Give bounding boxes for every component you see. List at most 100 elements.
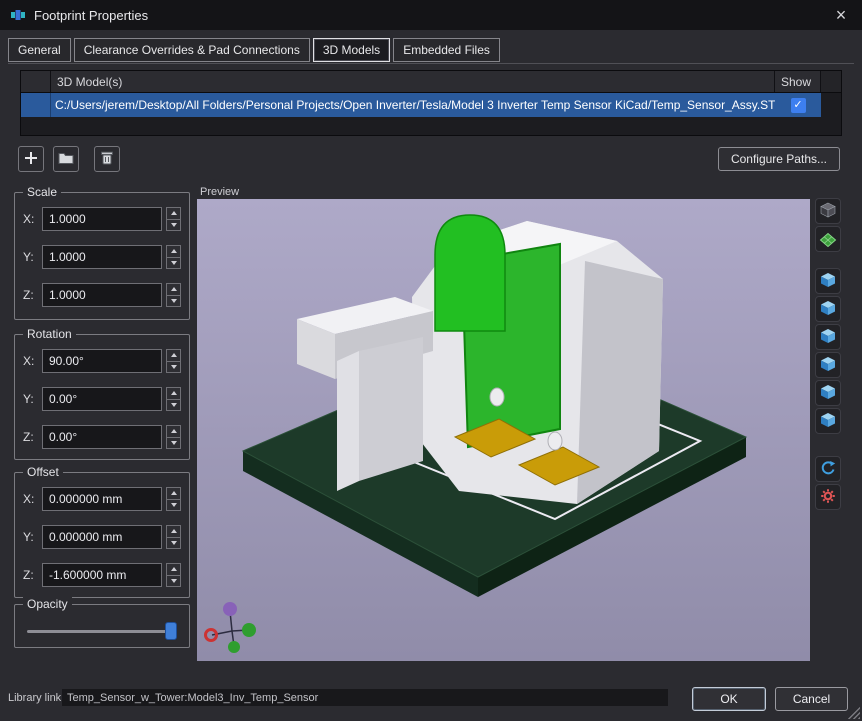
spin-up-icon[interactable] [167, 488, 180, 500]
tab-clearance-overrides[interactable]: Clearance Overrides & Pad Connections [74, 38, 310, 62]
close-icon[interactable]: × [830, 6, 852, 24]
view-right-button[interactable] [815, 352, 841, 378]
rotation-y-input[interactable] [42, 387, 162, 411]
spin-down-icon[interactable] [167, 258, 180, 269]
view-front-button[interactable] [815, 268, 841, 294]
view-bottom-button[interactable] [815, 408, 841, 434]
axis-z-ball [223, 602, 237, 616]
model-path-cell[interactable]: C:/Users/jerem/Desktop/All Folders/Perso… [51, 93, 775, 117]
scale-z-input[interactable] [42, 283, 162, 307]
titlebar[interactable]: Footprint Properties × [0, 0, 862, 30]
spin-up-icon[interactable] [167, 426, 180, 438]
rotation-group-title: Rotation [23, 327, 76, 341]
column-header-models: 3D Model(s) [51, 71, 775, 92]
offset-group: Offset X: Y: Z: [14, 472, 190, 598]
opacity-slider[interactable] [27, 621, 177, 639]
view-back-button[interactable] [815, 296, 841, 322]
reload-model-button[interactable] [815, 456, 841, 482]
offset-x-spinner [166, 487, 181, 511]
blue-cube-icon [819, 327, 837, 348]
scale-group-title: Scale [23, 185, 61, 199]
library-link-value: Temp_Sensor_w_Tower:Model3_Inv_Temp_Sens… [62, 689, 668, 706]
sensor-tab [435, 215, 505, 331]
spin-down-icon[interactable] [167, 500, 180, 511]
spin-down-icon[interactable] [167, 220, 180, 231]
spin-down-icon[interactable] [167, 438, 180, 449]
scale-y-input[interactable] [42, 245, 162, 269]
spin-up-icon[interactable] [167, 388, 180, 400]
resize-grip[interactable] [848, 707, 860, 719]
rotation-x-input[interactable] [42, 349, 162, 373]
view-top-button[interactable] [815, 380, 841, 406]
preview-settings-button[interactable] [815, 484, 841, 510]
opacity-slider-track[interactable] [27, 630, 177, 633]
scale-y-label: Y: [23, 250, 38, 264]
blue-cube-icon [819, 299, 837, 320]
preview-3d-canvas[interactable] [197, 199, 810, 661]
show-model-checkbox[interactable]: ✓ [791, 98, 806, 113]
scale-x-input[interactable] [42, 207, 162, 231]
spin-up-icon[interactable] [167, 208, 180, 220]
spin-up-icon[interactable] [167, 526, 180, 538]
opacity-group: Opacity [14, 604, 190, 648]
dark-cube-icon [819, 201, 837, 222]
spin-down-icon[interactable] [167, 362, 180, 373]
offset-group-title: Offset [23, 465, 63, 479]
configure-paths-button[interactable]: Configure Paths... [718, 147, 840, 171]
row-indicator [21, 93, 51, 117]
tab-3d-models[interactable]: 3D Models [313, 38, 390, 62]
tab-embedded-files[interactable]: Embedded Files [393, 38, 500, 62]
offset-y-input[interactable] [42, 525, 162, 549]
scale-z-spinner [166, 283, 181, 307]
add-model-button[interactable] [18, 146, 44, 172]
browse-model-button[interactable] [53, 146, 79, 172]
model-table-row[interactable]: C:/Users/jerem/Desktop/All Folders/Perso… [21, 93, 841, 117]
ok-button[interactable]: OK [692, 687, 766, 711]
gear-icon [819, 487, 837, 508]
offset-y-spinner [166, 525, 181, 549]
axis-y-ball [242, 623, 256, 637]
spin-up-icon[interactable] [167, 246, 180, 258]
trash-icon [98, 149, 116, 170]
rotation-z-input[interactable] [42, 425, 162, 449]
scale-group: Scale X: Y: Z: [14, 192, 190, 320]
spin-down-icon[interactable] [167, 538, 180, 549]
scale-x-label: X: [23, 212, 38, 226]
opacity-slider-handle[interactable] [165, 622, 177, 640]
blue-cube-icon [819, 271, 837, 292]
spin-up-icon[interactable] [167, 284, 180, 296]
rotation-z-spinner [166, 425, 181, 449]
rotation-group: Rotation X: Y: Z: [14, 334, 190, 460]
preview-toolbar [815, 198, 843, 510]
offset-z-input[interactable] [42, 563, 162, 587]
tab-underline [8, 63, 854, 64]
refresh-icon [819, 459, 837, 480]
rotation-z-label: Z: [23, 430, 38, 444]
axis-y2-ball [228, 641, 240, 653]
axis-gizmo [206, 602, 257, 653]
show-board-layers-button[interactable] [815, 226, 841, 252]
blue-cube-icon [819, 383, 837, 404]
blue-cube-icon [819, 355, 837, 376]
preview-scene [197, 199, 810, 661]
table-scroll-gutter[interactable] [821, 71, 841, 92]
offset-z-spinner [166, 563, 181, 587]
view-left-button[interactable] [815, 324, 841, 350]
model-table: 3D Model(s) Show C:/Users/jerem/Desktop/… [20, 70, 842, 136]
tab-general[interactable]: General [8, 38, 71, 62]
spin-down-icon[interactable] [167, 296, 180, 307]
tabbar: General Clearance Overrides & Pad Connec… [8, 38, 854, 62]
delete-model-button[interactable] [94, 146, 120, 172]
spin-down-icon[interactable] [167, 576, 180, 587]
spin-down-icon[interactable] [167, 400, 180, 411]
spin-up-icon[interactable] [167, 350, 180, 362]
footprint-editor-icon [10, 7, 26, 23]
rotation-x-label: X: [23, 354, 38, 368]
show-bounding-box-button[interactable] [815, 198, 841, 224]
spin-up-icon[interactable] [167, 564, 180, 576]
offset-z-label: Z: [23, 568, 38, 582]
offset-y-label: Y: [23, 530, 38, 544]
cancel-button[interactable]: Cancel [775, 687, 848, 711]
offset-x-input[interactable] [42, 487, 162, 511]
check-icon: ✓ [793, 100, 802, 111]
